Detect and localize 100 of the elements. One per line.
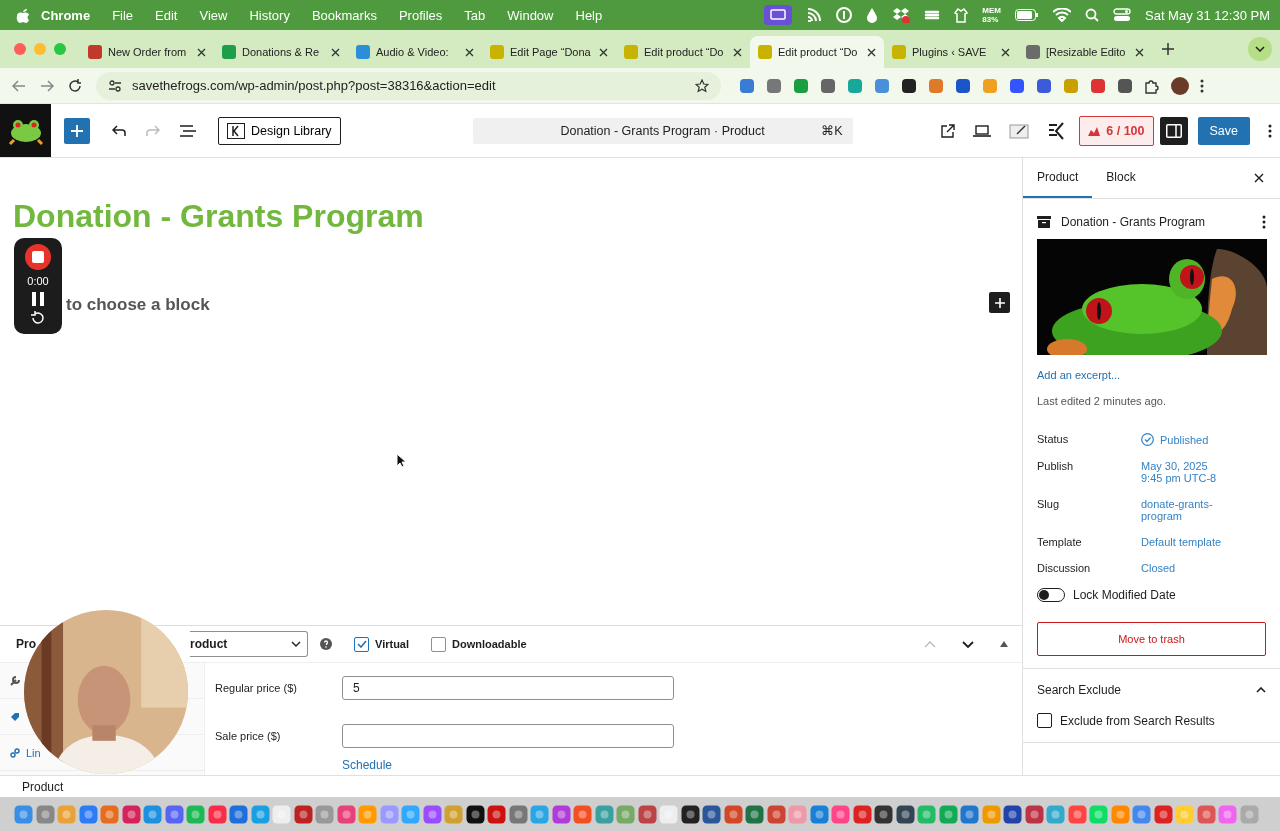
more-icon[interactable] <box>1200 78 1204 93</box>
cast-icon[interactable] <box>806 7 823 23</box>
app-menu[interactable]: Chrome <box>30 7 102 23</box>
collapse-triangle-icon[interactable] <box>1000 641 1008 647</box>
product-type-select[interactable]: roduct <box>190 631 308 657</box>
laptop-icon[interactable] <box>973 123 992 138</box>
drop-icon[interactable] <box>866 7 879 23</box>
close-icon[interactable] <box>733 47 742 57</box>
add-excerpt-link[interactable]: Add an excerpt... <box>1037 369 1121 381</box>
control-center-icon[interactable] <box>1113 8 1131 22</box>
menu-item[interactable]: View <box>188 7 239 23</box>
list-view-icon[interactable] <box>180 124 196 137</box>
browser-tab[interactable]: Edit Page “Dona <box>482 36 616 68</box>
search-icon[interactable] <box>1085 8 1099 22</box>
menu-item[interactable]: Window <box>496 7 565 23</box>
puzzle-icon[interactable] <box>1144 77 1160 94</box>
menu-item[interactable]: Tab <box>453 7 497 23</box>
app-icon[interactable] <box>680 804 700 824</box>
apple-logo-icon[interactable] <box>16 7 30 23</box>
price-field[interactable] <box>342 724 674 748</box>
browser-tab[interactable]: Audio & Video: <box>348 36 482 68</box>
app-icon[interactable] <box>465 804 485 824</box>
memory-reading[interactable]: MEM 83% <box>982 6 1001 24</box>
bookmark-star-icon[interactable] <box>695 78 709 93</box>
forward-icon[interactable] <box>40 79 54 92</box>
lock-date-toggle[interactable]: Lock Modified Date <box>1037 588 1266 602</box>
schedule-link[interactable]: Schedule <box>342 757 674 772</box>
reload-icon[interactable] <box>68 78 82 93</box>
menu-item[interactable]: File <box>101 7 145 23</box>
browser-tab[interactable]: New Order from <box>80 36 214 68</box>
close-icon[interactable] <box>1135 47 1144 57</box>
status-button[interactable]: Published <box>1141 433 1231 446</box>
move-to-trash-button[interactable]: Move to trash <box>1037 622 1266 656</box>
help-icon[interactable] <box>320 638 332 650</box>
battery-icon[interactable] <box>1015 9 1039 21</box>
checkbox-label[interactable]: Exclude from Search Results <box>1060 713 1215 728</box>
menu-item[interactable]: History <box>238 7 301 23</box>
wifi-icon[interactable] <box>1053 8 1071 22</box>
browser-tab[interactable]: Donations & Re <box>214 36 348 68</box>
shirt-icon[interactable] <box>954 7 969 23</box>
chevron-up-icon[interactable] <box>1256 687 1266 693</box>
setting-link[interactable]: Default template <box>1141 536 1231 548</box>
redo-icon[interactable] <box>146 124 160 137</box>
seo-score-badge[interactable]: 6 / 100 <box>1079 115 1154 146</box>
panel-heading[interactable]: Search Exclude <box>1037 683 1122 697</box>
new-tab-icon[interactable] <box>1162 43 1174 55</box>
browser-tab[interactable]: Edit product “Do <box>616 36 750 68</box>
chevron-down-icon[interactable] <box>962 640 974 648</box>
profile-avatar[interactable] <box>1171 76 1189 95</box>
app-icon[interactable] <box>895 804 915 824</box>
setting-link[interactable]: May 30, 2025 9:45 pm UTC-8 <box>1141 460 1231 484</box>
menu-item[interactable]: Profiles <box>387 7 454 23</box>
checkbox-option[interactable]: Downloadable <box>431 636 527 652</box>
stop-recording-button[interactable] <box>25 244 51 270</box>
menu-item[interactable]: Edit <box>144 7 189 23</box>
close-icon[interactable] <box>1254 173 1264 183</box>
close-window-icon[interactable] <box>14 43 26 55</box>
close-icon[interactable] <box>867 47 876 57</box>
setting-link[interactable]: donate-grants-program <box>1141 498 1231 522</box>
sidebar-tab[interactable]: Block <box>1092 158 1150 198</box>
command-palette-button[interactable]: Donation - Grants Program · Product ⌘K <box>472 117 853 144</box>
app-icon[interactable] <box>1003 804 1022 824</box>
block-inserter-button[interactable] <box>64 117 90 144</box>
extension-icon[interactable] <box>955 77 971 94</box>
external-link-icon[interactable] <box>941 123 956 138</box>
browser-tab[interactable]: Edit product “Do <box>750 36 884 68</box>
checkbox-option[interactable]: Virtual <box>354 636 410 652</box>
options-icon[interactable] <box>1268 123 1272 138</box>
pause-icon[interactable] <box>32 292 44 306</box>
close-icon[interactable] <box>331 47 340 57</box>
close-icon[interactable] <box>197 47 206 57</box>
restart-icon[interactable] <box>30 311 46 325</box>
block-placeholder[interactable]: to choose a block <box>66 295 210 315</box>
menubar-clock[interactable]: Sat May 31 12:30 PM <box>1145 7 1270 23</box>
add-block-button[interactable] <box>989 292 1010 313</box>
extension-icon[interactable] <box>1117 77 1133 94</box>
close-icon[interactable] <box>599 47 608 57</box>
save-button[interactable]: Save <box>1197 116 1250 145</box>
linked-products-tab[interactable]: Lin <box>10 746 41 759</box>
setting-link[interactable]: Closed <box>1141 562 1231 574</box>
menu-item[interactable]: Help <box>564 7 614 23</box>
price-field[interactable]: 5 <box>342 676 674 701</box>
breadcrumb[interactable]: Product <box>22 779 64 794</box>
tag-icon[interactable] <box>10 711 20 722</box>
app-icon[interactable] <box>874 804 893 824</box>
close-icon[interactable] <box>1001 47 1010 57</box>
screen-share-icon[interactable] <box>764 5 793 25</box>
sidebar-tab[interactable]: Product <box>1023 158 1093 198</box>
close-icon[interactable] <box>465 47 474 57</box>
notepad-icon[interactable] <box>1009 122 1030 139</box>
browser-tab[interactable]: [Resizable Edito <box>1018 36 1152 68</box>
design-library-button[interactable]: Design Library <box>218 116 341 145</box>
wrench-icon[interactable] <box>10 675 20 686</box>
back-icon[interactable] <box>12 79 26 92</box>
extension-icon[interactable] <box>901 77 917 94</box>
menu-item[interactable]: Bookmarks <box>300 7 388 23</box>
checkbox[interactable] <box>1037 713 1052 728</box>
zoom-window-icon[interactable] <box>54 43 66 55</box>
checkbox[interactable] <box>354 636 369 652</box>
site-settings-icon[interactable] <box>108 79 122 92</box>
